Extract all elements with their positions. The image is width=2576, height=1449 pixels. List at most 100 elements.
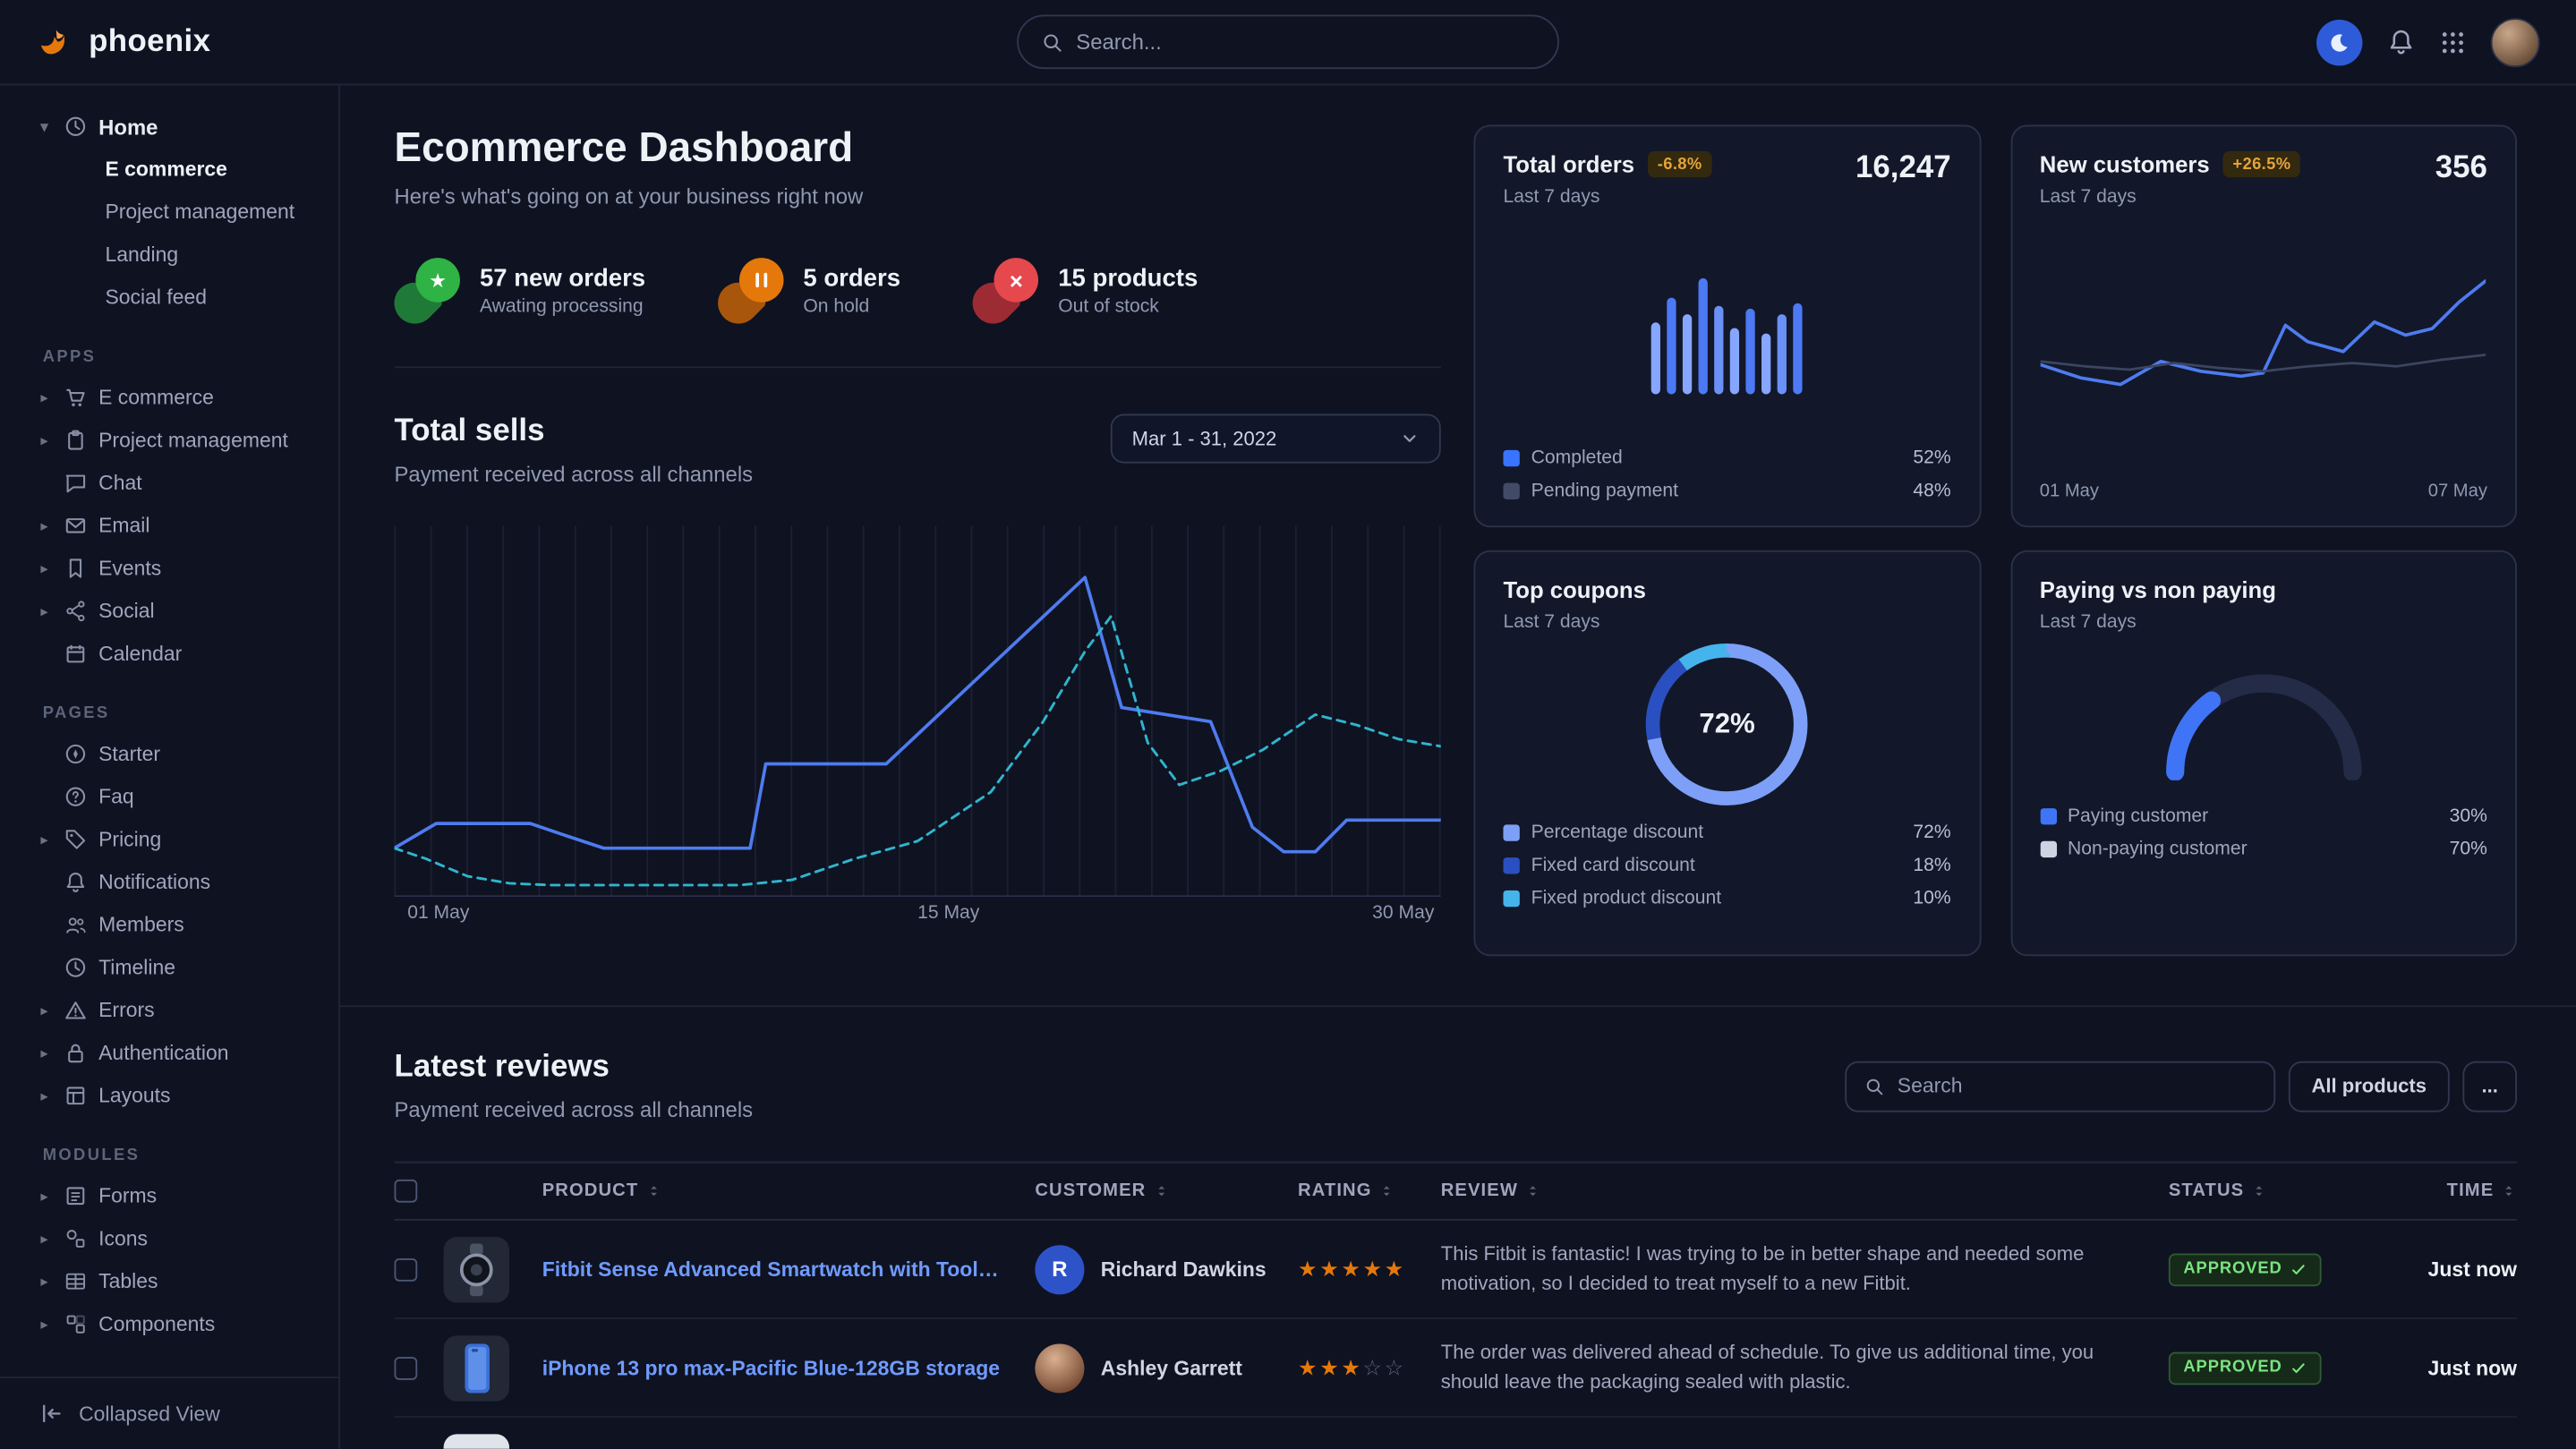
row-checkbox[interactable]: [395, 1356, 418, 1379]
column-header-rating[interactable]: RATING: [1298, 1181, 1441, 1201]
customer-avatar: [1035, 1343, 1084, 1393]
sidebar-item-project-management-app[interactable]: ▸Project management: [0, 419, 338, 462]
sidebar-item-social-feed[interactable]: Social feed: [0, 276, 338, 319]
stat-value: 57 new orders: [480, 265, 645, 293]
product-link[interactable]: Fitbit Sense Advanced Smartwatch with To…: [542, 1257, 1036, 1281]
notifications-button[interactable]: [2387, 28, 2415, 55]
search-icon: [1864, 1075, 1884, 1096]
sidebar-item-label: Notifications: [98, 871, 210, 894]
legend-paying-customer: Paying customer 30%: [2040, 806, 2487, 826]
card-title: Top coupons: [1503, 576, 1950, 602]
axis-label: 30 May: [1372, 904, 1434, 924]
search-input[interactable]: [1076, 30, 1534, 55]
caret-right-icon: ▸: [36, 516, 52, 534]
product-link[interactable]: iPhone 13 pro max-Pacific Blue-128GB sto…: [542, 1356, 1036, 1379]
card-title: Paying vs non paying: [2040, 576, 2487, 602]
caret-right-icon: ▸: [36, 1187, 52, 1205]
brand[interactable]: phoenix: [36, 22, 210, 62]
customer-cell: R Richard Dawkins: [1035, 1244, 1298, 1293]
sidebar-item-tables[interactable]: ▸Tables: [0, 1260, 338, 1303]
column-header-status[interactable]: STATUS: [2169, 1181, 2385, 1201]
total-orders-card: Total orders -6.8% Last 7 days 16,247 Co…: [1473, 124, 1980, 527]
reviews-search-input[interactable]: [1898, 1074, 2256, 1097]
top-navbar: phoenix: [0, 0, 2576, 85]
card-title: New customers: [2040, 151, 2210, 177]
sidebar-item-pricing[interactable]: ▸Pricing: [0, 818, 338, 861]
sidebar-item-label: Email: [98, 515, 149, 538]
user-avatar[interactable]: [2491, 17, 2540, 66]
legend-percentage-discount: Percentage discount 72%: [1503, 823, 1950, 843]
more-options-button[interactable]: ...: [2462, 1061, 2517, 1112]
theme-toggle-button[interactable]: [2316, 19, 2362, 64]
sidebar-item-label: Home: [98, 115, 158, 140]
pause-icon: [718, 258, 783, 323]
sidebar-section-modules: MODULES: [0, 1146, 338, 1164]
brand-name: phoenix: [89, 24, 210, 60]
card-period: Last 7 days: [2040, 187, 2301, 207]
reviews-search[interactable]: [1845, 1061, 2275, 1112]
mail-icon: [64, 515, 88, 538]
review-text: The order was delivered ahead of schedul…: [1441, 1339, 2169, 1396]
card-period: Last 7 days: [1503, 187, 1711, 207]
sidebar-item-faq[interactable]: Faq: [0, 775, 338, 818]
sidebar-item-events[interactable]: ▸Events: [0, 547, 338, 590]
sidebar-item-project-management-dashboard[interactable]: Project management: [0, 191, 338, 234]
column-header-time[interactable]: TIME: [2385, 1181, 2517, 1201]
select-all-checkbox[interactable]: [395, 1180, 418, 1203]
sidebar-item-ecommerce-dashboard[interactable]: E commerce: [0, 148, 338, 191]
apps-menu-button[interactable]: [2440, 29, 2466, 55]
sidebar-item-label: Forms: [98, 1184, 157, 1207]
legend-swatch: [2040, 841, 2056, 857]
column-header-product[interactable]: PRODUCT: [542, 1181, 1036, 1201]
collapse-icon: [39, 1402, 64, 1427]
shapes-icon: [64, 1227, 88, 1250]
time-cell: Just now: [2385, 1257, 2517, 1281]
sidebar-item-calendar[interactable]: Calendar: [0, 633, 338, 676]
sidebar-item-components[interactable]: ▸Components: [0, 1303, 338, 1346]
sidebar-item-social[interactable]: ▸Social: [0, 590, 338, 633]
check-icon: [2290, 1360, 2307, 1376]
collapse-sidebar-button[interactable]: Collapsed View: [0, 1377, 338, 1449]
sidebar-item-chat[interactable]: Chat: [0, 462, 338, 505]
column-header-customer[interactable]: CUSTOMER: [1035, 1181, 1298, 1201]
legend-completed: Completed 52%: [1503, 448, 1950, 468]
rating-stars: ★★★☆☆: [1298, 1354, 1441, 1380]
customer-name: Ashley Garrett: [1101, 1356, 1242, 1379]
caret-right-icon: ▸: [36, 388, 52, 406]
form-icon: [64, 1184, 88, 1207]
global-search[interactable]: [1017, 15, 1559, 70]
sidebar-item-notifications[interactable]: Notifications: [0, 861, 338, 904]
sidebar-item-label: Faq: [98, 785, 134, 808]
sidebar-item-timeline[interactable]: Timeline: [0, 946, 338, 989]
column-header-review[interactable]: REVIEW: [1441, 1181, 2169, 1201]
sidebar-item-layouts[interactable]: ▸Layouts: [0, 1074, 338, 1117]
legend-label: Non-paying customer: [2068, 840, 2248, 859]
sidebar-item-home[interactable]: ▾ Home: [0, 105, 338, 148]
stat-value: 15 products: [1058, 265, 1198, 293]
sidebar-item-starter[interactable]: Starter: [0, 733, 338, 776]
legend-swatch: [1503, 824, 1519, 840]
sidebar-item-forms[interactable]: ▸ Forms: [0, 1174, 338, 1217]
sidebar-item-landing[interactable]: Landing: [0, 234, 338, 277]
stat-value: 5 orders: [803, 265, 900, 293]
sort-icon: [2501, 1183, 2517, 1199]
reviews-table: PRODUCT CUSTOMER RATING REVIEW STATUS TI…: [395, 1162, 2517, 1449]
sidebar-item-icons[interactable]: ▸Icons: [0, 1217, 338, 1260]
sidebar-item-errors[interactable]: ▸Errors: [0, 989, 338, 1032]
paying-gauge-chart: [2157, 662, 2371, 780]
date-range-select[interactable]: Mar 1 - 31, 2022: [1111, 414, 1441, 464]
total-orders-value: 16,247: [1855, 151, 1951, 187]
legend-swatch: [1503, 450, 1519, 466]
sort-icon: [1524, 1183, 1540, 1199]
sidebar-item-ecommerce-app[interactable]: ▸E commerce: [0, 376, 338, 419]
stats-row: ★ 57 new orders Awating processing 5 ord…: [395, 258, 1441, 368]
watch-image: [444, 1236, 509, 1301]
sidebar-item-email[interactable]: ▸ Email: [0, 504, 338, 547]
sidebar-item-members[interactable]: Members: [0, 904, 338, 947]
tag-icon: [64, 828, 88, 851]
stat-orders-on-hold: 5 orders On hold: [718, 258, 900, 323]
all-products-button[interactable]: All products: [2289, 1061, 2450, 1112]
row-checkbox[interactable]: [395, 1257, 418, 1281]
stat-label: Out of stock: [1058, 297, 1198, 317]
sidebar-item-authentication[interactable]: ▸Authentication: [0, 1032, 338, 1075]
